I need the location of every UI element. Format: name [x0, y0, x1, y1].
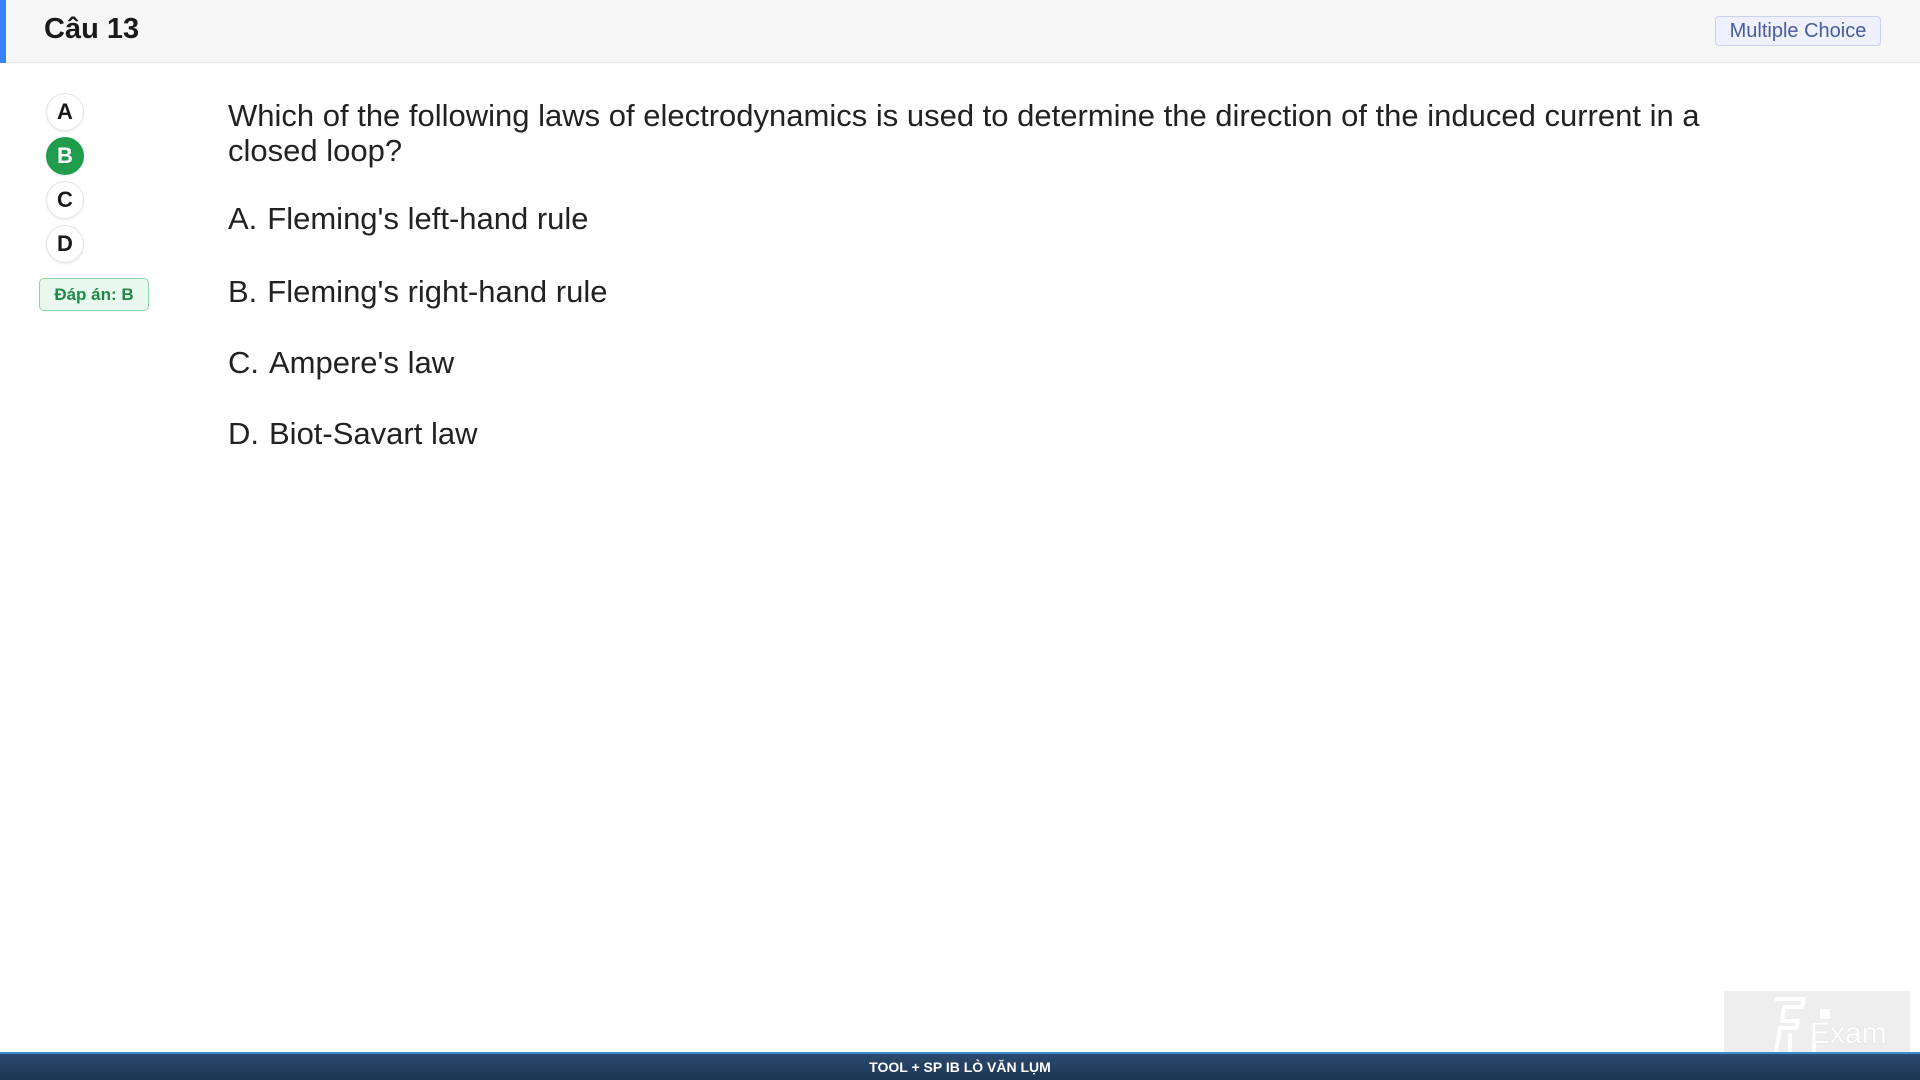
choice-b-button[interactable]: B — [46, 137, 84, 175]
option-letter: A. — [228, 201, 258, 236]
option-letter: B. — [228, 274, 258, 309]
watermark-text: Exam — [1810, 1017, 1887, 1050]
answer-choice-selector: A B C D — [46, 93, 86, 269]
question-number-title: Câu 13 — [44, 13, 140, 45]
footer-bar: TOOL + SP IB LÒ VĂN LỤM — [0, 1052, 1920, 1080]
option-a: A. Fleming's left-hand rule — [228, 201, 589, 237]
option-c: C. Ampere's law — [228, 345, 454, 381]
header-accent-bar — [0, 0, 6, 63]
question-type-badge: Multiple Choice — [1715, 16, 1881, 46]
option-text: Ampere's law — [269, 345, 455, 380]
option-d: D. Biot-Savart law — [228, 416, 477, 452]
option-text: Fleming's left-hand rule — [267, 201, 589, 236]
choice-a-button[interactable]: A — [46, 93, 84, 131]
option-text: Biot-Savart law — [269, 416, 478, 451]
correct-answer-badge: Đáp án: B — [39, 278, 149, 311]
option-b: B. Fleming's right-hand rule — [228, 274, 607, 310]
footer-text: TOOL + SP IB LÒ VĂN LỤM — [869, 1059, 1051, 1075]
option-letter: C. — [228, 345, 259, 380]
choice-d-button[interactable]: D — [46, 225, 84, 263]
option-letter: D. — [228, 416, 259, 451]
question-header: Câu 13 Multiple Choice — [0, 0, 1920, 63]
question-text: Which of the following laws of electrody… — [228, 98, 1700, 168]
choice-c-button[interactable]: C — [46, 181, 84, 219]
option-text: Fleming's right-hand rule — [267, 274, 608, 309]
